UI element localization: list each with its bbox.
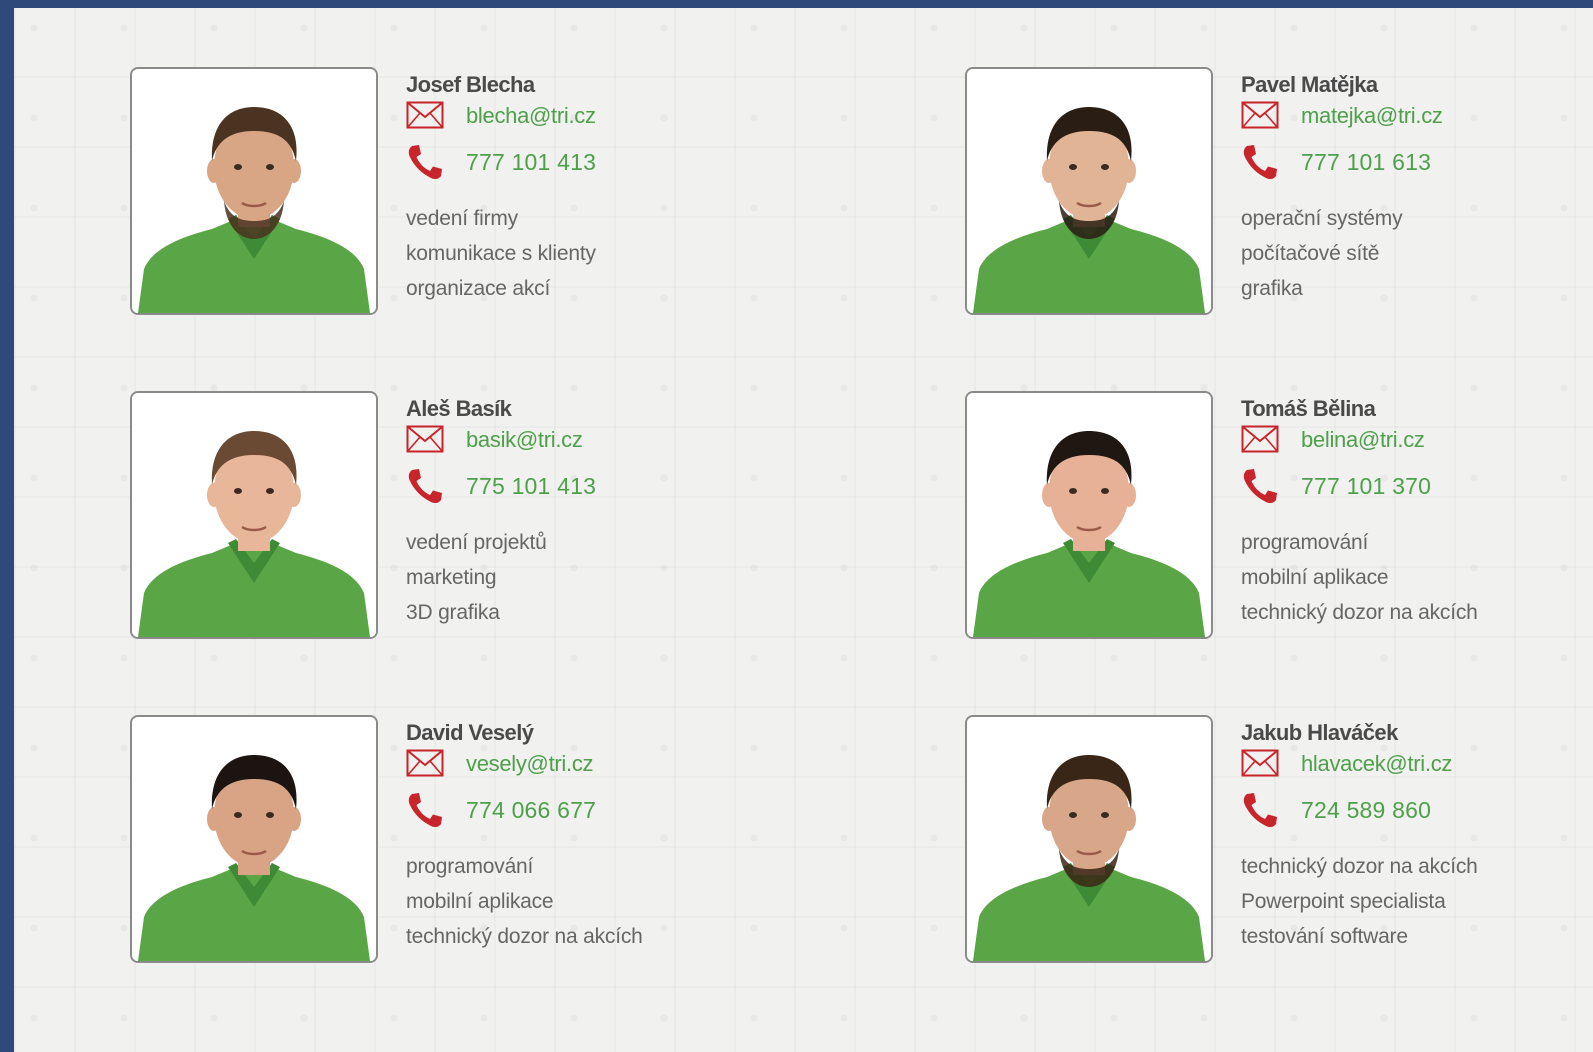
- skill-item: organizace akcí: [406, 277, 551, 300]
- envelope-icon: [406, 425, 444, 458]
- member-name: Jakub Hlaváček: [1241, 720, 1398, 745]
- member-info: Pavel Matějka matejka@tri.cz 777 101 613…: [1241, 67, 1593, 306]
- member-name: Tomáš Bělina: [1241, 396, 1376, 421]
- person-photo[interactable]: [130, 67, 378, 315]
- member-info: Josef Blecha blecha@tri.cz 777 101 413 v…: [406, 67, 766, 306]
- skill-item: mobilní aplikace: [1241, 566, 1389, 589]
- email-row: vesely@tri.cz: [406, 745, 766, 787]
- team-member-card: Pavel Matějka matejka@tri.cz 777 101 613…: [965, 67, 1593, 317]
- email-link[interactable]: hlavacek@tri.cz: [1301, 751, 1452, 777]
- phone-row: 777 101 613: [1241, 139, 1593, 181]
- member-info: Aleš Basík basik@tri.cz 775 101 413 vede…: [406, 391, 766, 630]
- email-link[interactable]: belina@tri.cz: [1301, 427, 1425, 453]
- skill-item: technický dozor na akcích: [1241, 601, 1478, 624]
- member-name: Josef Blecha: [406, 72, 535, 97]
- member-name: Pavel Matějka: [1241, 72, 1378, 97]
- email-link[interactable]: vesely@tri.cz: [466, 751, 594, 777]
- member-name: Aleš Basík: [406, 396, 512, 421]
- skill-item: grafika: [1241, 277, 1303, 300]
- member-info: David Veselý vesely@tri.cz 774 066 677 p…: [406, 715, 766, 954]
- email-row: blecha@tri.cz: [406, 97, 766, 139]
- member-info: Tomáš Bělina belina@tri.cz 777 101 370 p…: [1241, 391, 1593, 630]
- envelope-icon: [1241, 425, 1279, 458]
- team-member-card: Tomáš Bělina belina@tri.cz 777 101 370 p…: [965, 391, 1593, 641]
- phone-link[interactable]: 724 589 860: [1301, 797, 1431, 824]
- envelope-icon: [406, 101, 444, 134]
- skill-item: technický dozor na akcích: [406, 925, 643, 948]
- skill-item: marketing: [406, 566, 497, 589]
- team-panel: Josef Blecha blecha@tri.cz 777 101 413 v…: [14, 8, 1593, 1052]
- skills-list: programování mobilní aplikace technický …: [406, 849, 766, 954]
- phone-row: 777 101 413: [406, 139, 766, 181]
- skill-item: 3D grafika: [406, 601, 500, 624]
- skills-list: programování mobilní aplikace technický …: [1241, 525, 1593, 630]
- phone-icon: [1241, 467, 1279, 510]
- email-link[interactable]: matejka@tri.cz: [1301, 103, 1443, 129]
- phone-row: 777 101 370: [1241, 463, 1593, 505]
- email-link[interactable]: basik@tri.cz: [466, 427, 583, 453]
- phone-icon: [406, 467, 444, 510]
- email-row: matejka@tri.cz: [1241, 97, 1593, 139]
- skill-item: vedení projektů: [406, 531, 547, 554]
- skill-item: operační systémy: [1241, 207, 1403, 230]
- envelope-icon: [1241, 749, 1279, 782]
- phone-link[interactable]: 774 066 677: [466, 797, 596, 824]
- skill-item: testování software: [1241, 925, 1408, 948]
- email-link[interactable]: blecha@tri.cz: [466, 103, 596, 129]
- team-member-card: Josef Blecha blecha@tri.cz 777 101 413 v…: [130, 67, 770, 317]
- phone-row: 724 589 860: [1241, 787, 1593, 829]
- skills-list: vedení firmy komunikace s klienty organi…: [406, 201, 766, 306]
- email-row: basik@tri.cz: [406, 421, 766, 463]
- person-photo[interactable]: [965, 391, 1213, 639]
- phone-row: 775 101 413: [406, 463, 766, 505]
- email-row: belina@tri.cz: [1241, 421, 1593, 463]
- person-photo[interactable]: [965, 67, 1213, 315]
- skill-item: programování: [406, 855, 534, 878]
- phone-link[interactable]: 777 101 413: [466, 149, 596, 176]
- team-member-card: Aleš Basík basik@tri.cz 775 101 413 vede…: [130, 391, 770, 641]
- person-photo[interactable]: [130, 715, 378, 963]
- skill-item: počítačové sítě: [1241, 242, 1380, 265]
- skill-item: Powerpoint specialista: [1241, 890, 1446, 913]
- phone-link[interactable]: 775 101 413: [466, 473, 596, 500]
- skills-list: vedení projektů marketing 3D grafika: [406, 525, 766, 630]
- member-info: Jakub Hlaváček hlavacek@tri.cz 724 589 8…: [1241, 715, 1593, 954]
- phone-link[interactable]: 777 101 370: [1301, 473, 1431, 500]
- phone-row: 774 066 677: [406, 787, 766, 829]
- skills-list: operační systémy počítačové sítě grafika: [1241, 201, 1593, 306]
- skills-list: technický dozor na akcích Powerpoint spe…: [1241, 849, 1593, 954]
- phone-icon: [406, 143, 444, 186]
- envelope-icon: [406, 749, 444, 782]
- skill-item: programování: [1241, 531, 1369, 554]
- team-member-card: David Veselý vesely@tri.cz 774 066 677 p…: [130, 715, 770, 965]
- email-row: hlavacek@tri.cz: [1241, 745, 1593, 787]
- phone-icon: [1241, 143, 1279, 186]
- team-member-card: Jakub Hlaváček hlavacek@tri.cz 724 589 8…: [965, 715, 1593, 965]
- skill-item: komunikace s klienty: [406, 242, 596, 265]
- phone-link[interactable]: 777 101 613: [1301, 149, 1431, 176]
- person-photo[interactable]: [130, 391, 378, 639]
- skill-item: vedení firmy: [406, 207, 518, 230]
- member-name: David Veselý: [406, 720, 534, 745]
- skill-item: mobilní aplikace: [406, 890, 554, 913]
- envelope-icon: [1241, 101, 1279, 134]
- person-photo[interactable]: [965, 715, 1213, 963]
- skill-item: technický dozor na akcích: [1241, 855, 1478, 878]
- phone-icon: [406, 791, 444, 834]
- phone-icon: [1241, 791, 1279, 834]
